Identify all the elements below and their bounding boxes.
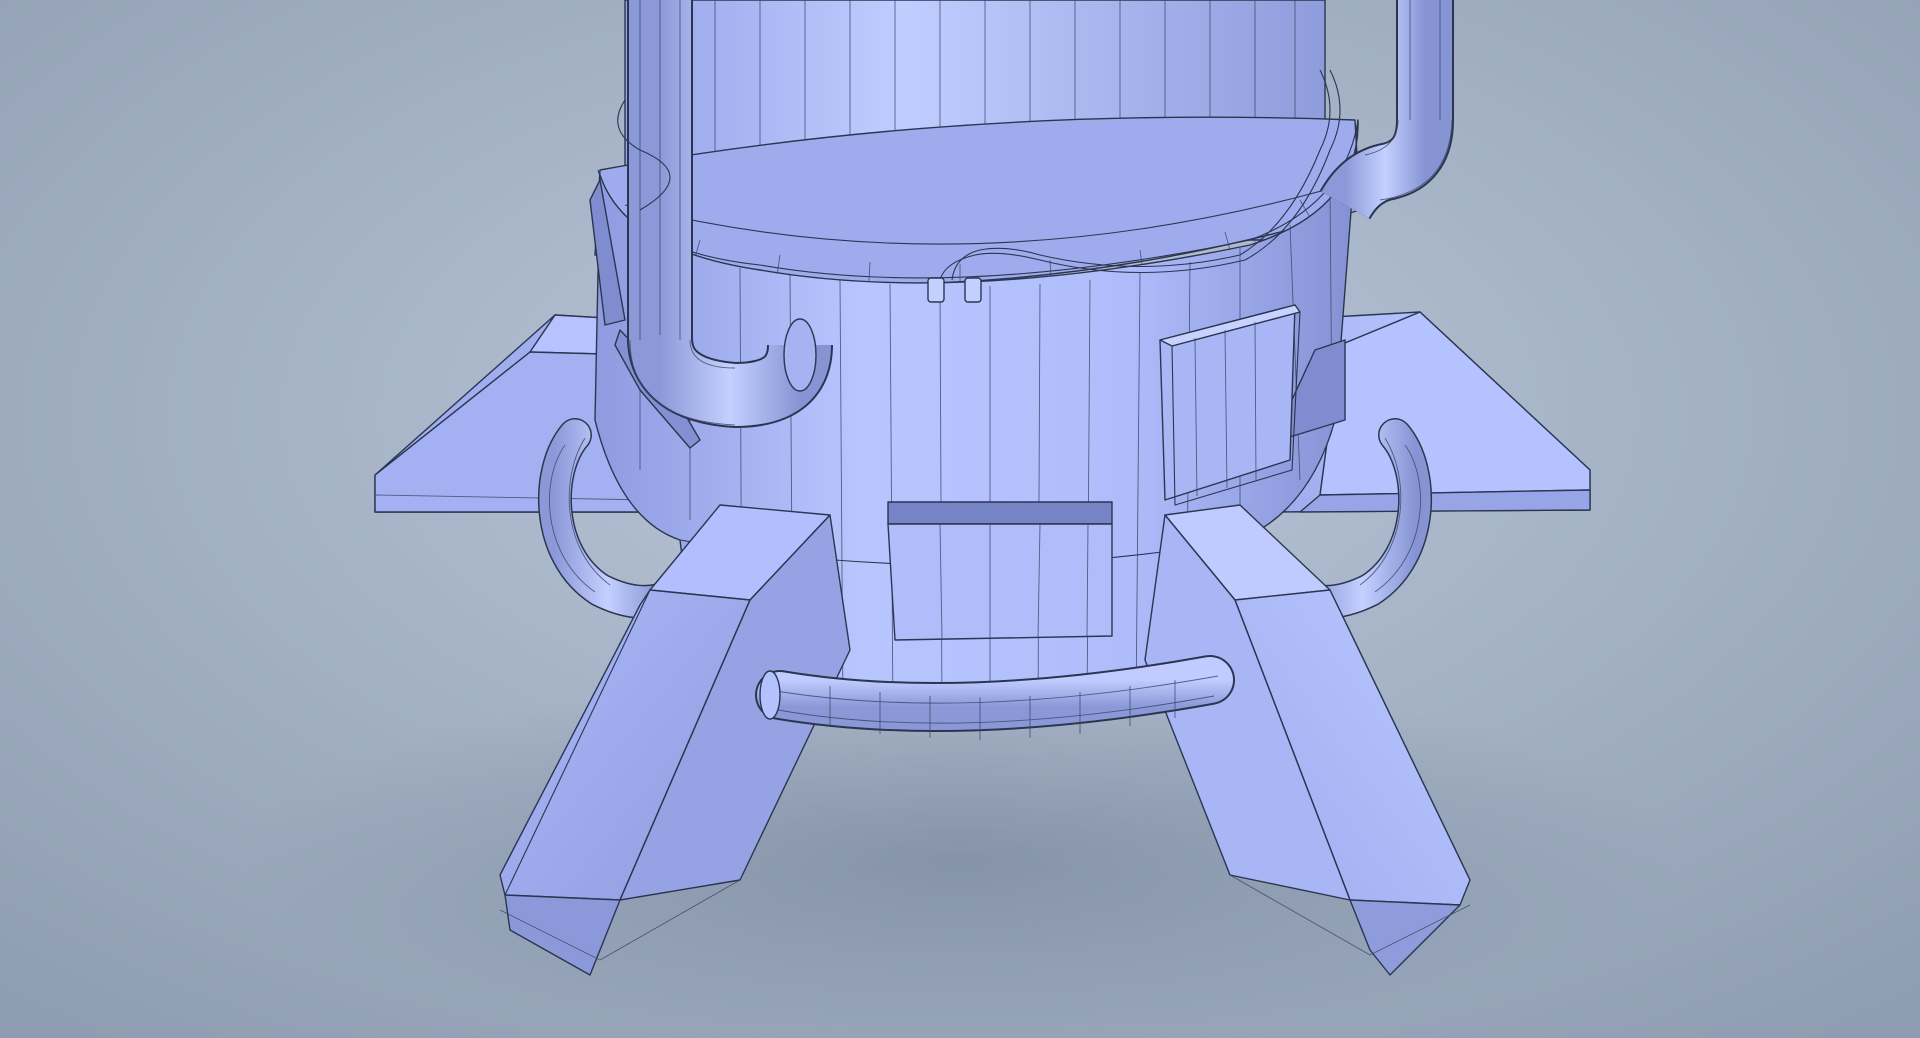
front-hatch [887,501,1113,641]
rocket-render [0,0,1920,1038]
render-viewport [0,0,1920,1038]
cable-connector-left [927,277,945,303]
cable-connector-right [964,277,982,303]
